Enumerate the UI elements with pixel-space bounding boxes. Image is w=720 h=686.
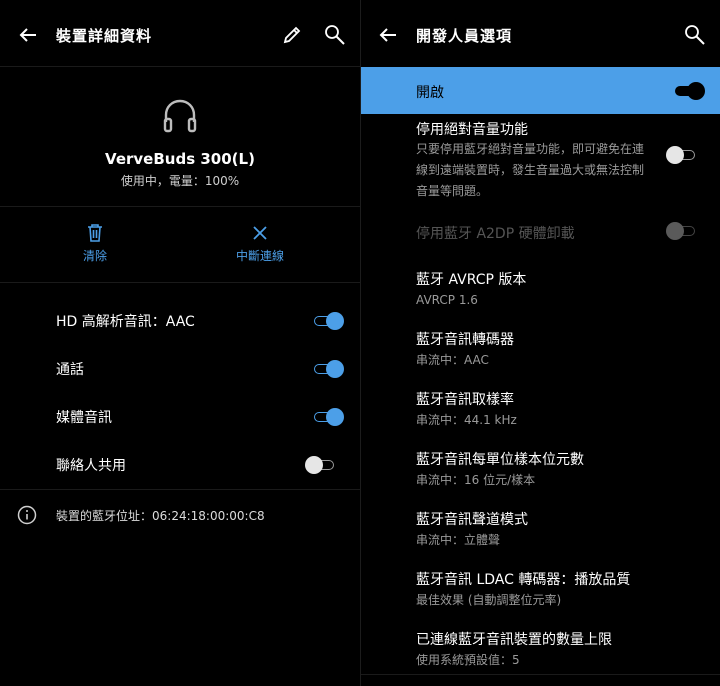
profile-row-calls[interactable]: 通話 xyxy=(0,345,360,393)
setting-title: 停用絕對音量功能 xyxy=(416,122,528,138)
setting-title: 藍牙音訊聲道模式 xyxy=(416,512,528,528)
master-toggle[interactable] xyxy=(672,81,706,101)
setting-subtitle: 串流中：AAC xyxy=(416,353,489,367)
media-audio-toggle[interactable] xyxy=(311,407,345,427)
search-icon[interactable] xyxy=(324,24,346,46)
profile-label: HD 高解析音訊：AAC xyxy=(56,314,195,330)
setting-bits-per-sample[interactable]: 藍牙音訊每單位樣本位元數 串流中：16 位元/樣本 xyxy=(416,449,696,488)
calls-toggle[interactable] xyxy=(311,359,345,379)
setting-max-connected-devices[interactable]: 已連線藍牙音訊裝置的數量上限 使用系統預設值：5 xyxy=(416,629,716,668)
setting-subtitle: 最佳效果 (自動調整位元率) xyxy=(416,593,562,607)
disconnect-button[interactable]: 中斷連線 xyxy=(225,223,295,264)
info-icon xyxy=(17,505,37,525)
setting-title: 藍牙音訊取樣率 xyxy=(416,392,514,408)
a2dp-offload-toggle xyxy=(666,221,700,241)
setting-subtitle: 使用系統預設值：5 xyxy=(416,653,520,667)
setting-ldac-quality[interactable]: 藍牙音訊 LDAC 轉碼器：播放品質 最佳效果 (自動調整位元率) xyxy=(416,569,716,608)
profile-label: 媒體音訊 xyxy=(56,410,112,426)
setting-avrcp-version[interactable]: 藍牙 AVRCP 版本 AVRCP 1.6 xyxy=(416,269,656,308)
device-actions: 清除 中斷連線 xyxy=(0,207,360,283)
bt-address-row: 裝置的藍牙位址：06:24:18:00:00:C8 xyxy=(0,489,360,540)
setting-title: 藍牙 AVRCP 版本 xyxy=(416,272,527,288)
setting-subtitle: AVRCP 1.6 xyxy=(416,293,478,307)
setting-title: 已連線藍牙音訊裝置的數量上限 xyxy=(416,632,612,648)
setting-audio-codec[interactable]: 藍牙音訊轉碼器 串流中：AAC xyxy=(416,329,656,368)
bt-address: 裝置的藍牙位址：06:24:18:00:00:C8 xyxy=(56,509,265,523)
device-details-panel: 裝置詳細資料 VerveBuds 300(L) 使用中，電量：100% 清除 中… xyxy=(0,0,360,686)
back-arrow-icon[interactable] xyxy=(18,25,38,45)
hd-audio-toggle[interactable] xyxy=(311,311,345,331)
page-title: 裝置詳細資料 xyxy=(56,27,153,45)
device-name: VerveBuds 300(L) xyxy=(105,150,255,168)
profile-row-contact-sharing[interactable]: 聯絡人共用 xyxy=(0,441,360,489)
setting-subtitle: 串流中：44.1 kHz xyxy=(416,413,517,427)
disconnect-label: 中斷連線 xyxy=(235,249,284,263)
clear-label: 清除 xyxy=(82,249,107,263)
setting-disable-absolute-volume[interactable]: 停用絕對音量功能 只要停用藍牙絕對音量功能，即可避免在連線到遠端裝置時，發生音量… xyxy=(416,119,651,202)
device-status: 使用中，電量：100% xyxy=(120,174,240,188)
setting-title: 藍牙音訊轉碼器 xyxy=(416,332,514,348)
app-bar: 裝置詳細資料 xyxy=(0,0,360,67)
setting-disable-a2dp-offload: 停用藍牙 A2DP 硬體卸載 xyxy=(416,223,656,243)
setting-title: 藍牙音訊 LDAC 轉碼器：播放品質 xyxy=(416,572,631,588)
page-title: 開發人員選項 xyxy=(416,27,513,45)
setting-sample-rate[interactable]: 藍牙音訊取樣率 串流中：44.1 kHz xyxy=(416,389,656,428)
developer-options-panel: 開發人員選項 開啟 停用絕對音量功能 只要停用藍牙絕對音量功能，即可避免在連線到… xyxy=(361,0,720,686)
setting-subtitle: 只要停用藍牙絕對音量功能，即可避免在連線到遠端裝置時，發生音量過大或無法控制音量… xyxy=(416,142,645,198)
setting-channel-mode[interactable]: 藍牙音訊聲道模式 串流中：立體聲 xyxy=(416,509,656,548)
profile-label: 通話 xyxy=(56,362,84,378)
absolute-volume-toggle[interactable] xyxy=(666,145,700,165)
setting-subtitle: 串流中：立體聲 xyxy=(416,533,501,547)
setting-subtitle: 串流中：16 位元/樣本 xyxy=(416,473,536,487)
setting-title: 停用藍牙 A2DP 硬體卸載 xyxy=(416,226,575,242)
headphones-icon xyxy=(163,99,197,133)
profile-row-hd-audio[interactable]: HD 高解析音訊：AAC xyxy=(0,297,360,345)
app-bar: 開發人員選項 xyxy=(361,0,720,66)
clear-button[interactable]: 清除 xyxy=(70,223,120,264)
close-icon xyxy=(253,226,267,240)
back-arrow-icon[interactable] xyxy=(378,25,398,45)
setting-title: 藍牙音訊每單位樣本位元數 xyxy=(416,452,584,468)
contact-sharing-toggle[interactable] xyxy=(305,455,339,475)
trash-icon xyxy=(88,224,102,242)
search-icon[interactable] xyxy=(684,24,706,46)
master-switch-label: 開啟 xyxy=(416,85,444,101)
developer-options-master-switch[interactable]: 開啟 xyxy=(361,67,720,114)
profile-row-media-audio[interactable]: 媒體音訊 xyxy=(0,393,360,441)
profile-label: 聯絡人共用 xyxy=(56,458,126,474)
divider xyxy=(361,674,720,675)
edit-pencil-icon[interactable] xyxy=(281,24,303,46)
